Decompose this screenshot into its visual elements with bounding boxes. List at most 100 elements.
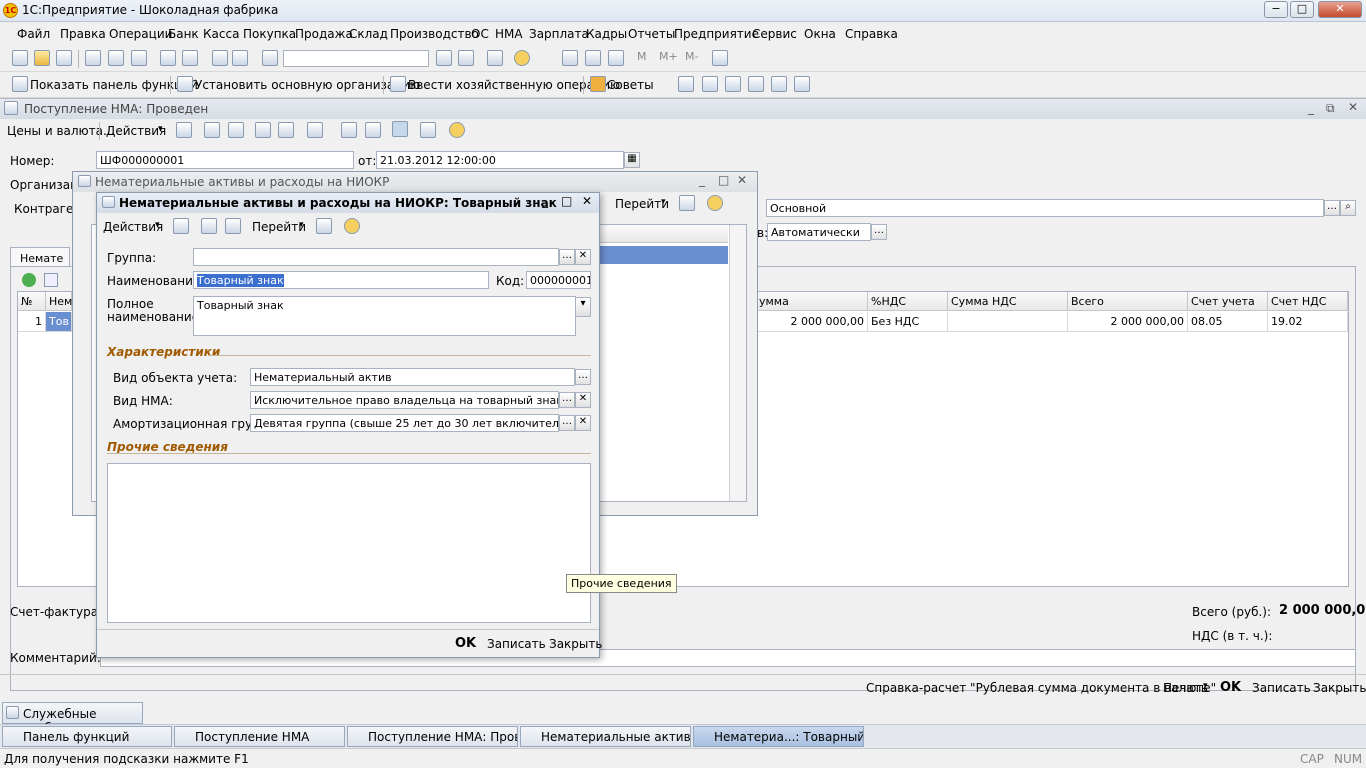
doc-minimize-icon[interactable]: _: [1308, 101, 1314, 115]
doc-post-icon[interactable]: [176, 122, 192, 138]
date-field[interactable]: 21.03.2012 12:00:00: [376, 151, 624, 169]
doc-clear-icon[interactable]: [278, 122, 294, 138]
menu-os[interactable]: ОС: [471, 27, 489, 41]
cell-vat-rate[interactable]: Без НДС: [868, 312, 948, 332]
menu-bank[interactable]: Банк: [168, 27, 199, 41]
list-settings-icon[interactable]: [679, 195, 695, 211]
cut-icon[interactable]: [85, 50, 101, 66]
group-clear-icon[interactable]: ✕: [575, 249, 591, 265]
doc-dtkt-icon[interactable]: [341, 122, 357, 138]
list-selected-row[interactable]: [598, 246, 728, 264]
close-button[interactable]: ✕: [1318, 1, 1362, 18]
search-icon[interactable]: [262, 50, 278, 66]
list-scrollbar[interactable]: [729, 225, 746, 501]
print-icon[interactable]: [160, 50, 176, 66]
menu-edit[interactable]: Правка: [60, 27, 106, 41]
save-icon[interactable]: [56, 50, 72, 66]
group-field[interactable]: [193, 248, 559, 266]
cell-vat-sum[interactable]: [948, 312, 1068, 332]
menu-warehouse[interactable]: Склад: [349, 27, 388, 41]
task-nma-list[interactable]: Нематериальные активы и ...: [520, 726, 691, 747]
contract-select-button[interactable]: …: [1324, 200, 1340, 216]
find-next-icon[interactable]: [436, 50, 452, 66]
form-copy-icon[interactable]: [225, 218, 241, 234]
menu-windows[interactable]: Окна: [804, 27, 836, 41]
menu-operations[interactable]: Операции: [109, 27, 172, 41]
doc-close-icon[interactable]: ✕: [1348, 100, 1358, 114]
doc-refresh-icon[interactable]: [204, 122, 220, 138]
open-icon[interactable]: [34, 50, 50, 66]
redo-icon[interactable]: [232, 50, 248, 66]
report-icon-2[interactable]: [702, 76, 718, 92]
enter-operation-button[interactable]: Ввести хозяйственную операцию: [408, 78, 620, 92]
users-icon[interactable]: [608, 50, 624, 66]
number-field[interactable]: ШФ000000001: [96, 151, 354, 169]
menu-sales[interactable]: Продажа: [295, 27, 353, 41]
doc-structure-icon[interactable]: [365, 122, 381, 138]
memory-minus-icon[interactable]: M-: [685, 50, 707, 66]
name-field[interactable]: Товарный знак: [193, 271, 489, 289]
form-close-button[interactable]: Закрыть: [549, 637, 602, 651]
form-settings-icon[interactable]: [316, 218, 332, 234]
group-select-button[interactable]: …: [559, 249, 575, 265]
menu-service[interactable]: Сервис: [752, 27, 797, 41]
menu-salary[interactable]: Зарплата: [529, 27, 589, 41]
calendar-icon[interactable]: ▦: [624, 152, 640, 168]
cell-name[interactable]: Тов: [46, 312, 72, 332]
doc-filter-icon[interactable]: [392, 121, 408, 137]
set-org-button[interactable]: Установить основную организацию: [195, 78, 420, 92]
list-maximize-icon[interactable]: □: [718, 173, 729, 187]
object-type-field[interactable]: Нематериальный актив: [250, 368, 575, 386]
calendar-icon[interactable]: [585, 50, 601, 66]
menu-enterprise[interactable]: Предприятие: [674, 27, 759, 41]
info-icon[interactable]: [514, 50, 530, 66]
list-minimize-icon[interactable]: _: [699, 173, 705, 187]
report-icon-3[interactable]: [725, 76, 741, 92]
search-input[interactable]: [283, 50, 429, 67]
report-icon-5[interactable]: [771, 76, 787, 92]
nma-type-field[interactable]: Исключительное право владельца на товарн…: [250, 391, 559, 409]
report-icon-6[interactable]: [794, 76, 810, 92]
menu-hr[interactable]: Кадры: [586, 27, 627, 41]
minimize-button[interactable]: −: [1264, 1, 1288, 18]
nma-type-clear-icon[interactable]: ✕: [575, 392, 591, 408]
doc-restore-icon[interactable]: ⧉: [1326, 101, 1335, 116]
maximize-button[interactable]: □: [1290, 1, 1314, 18]
menu-purchase[interactable]: Покупка: [243, 27, 296, 41]
form-save-close-icon[interactable]: [173, 218, 189, 234]
form-refresh-icon[interactable]: [201, 218, 217, 234]
task-nma-item-active[interactable]: Нематериа...: Товарный знак: [693, 726, 864, 747]
tab-nma[interactable]: Немате: [10, 247, 70, 267]
calc-select-button[interactable]: …: [871, 224, 887, 240]
menu-reports[interactable]: Отчеты: [628, 27, 675, 41]
preview-icon[interactable]: [182, 50, 198, 66]
service-messages-button[interactable]: Служебные сообщения: [2, 702, 143, 735]
form-ok-button[interactable]: OK: [455, 636, 476, 651]
list-help-icon[interactable]: [707, 195, 723, 211]
memory-m-icon[interactable]: M: [637, 50, 653, 66]
form-save-button[interactable]: Записать: [487, 637, 546, 651]
menu-cash[interactable]: Касса: [203, 27, 239, 41]
form-goto-menu[interactable]: Перейти: [252, 220, 306, 234]
tools-icon[interactable]: [712, 50, 728, 66]
task-nma-receipt-posted[interactable]: Поступление НМА: Проведен: [347, 726, 518, 747]
task-function-panel[interactable]: Панель функций: [2, 726, 172, 747]
doc-help-icon[interactable]: [449, 122, 465, 138]
task-nma-receipt[interactable]: Поступление НМА: [174, 726, 345, 747]
calculator-icon[interactable]: [562, 50, 578, 66]
doc-ok-button[interactable]: OK: [1220, 680, 1241, 695]
report-icon-1[interactable]: [678, 76, 694, 92]
paste-icon[interactable]: [131, 50, 147, 66]
cell-total[interactable]: 2 000 000,00: [1068, 312, 1188, 332]
doc-save-button[interactable]: Записать: [1252, 681, 1311, 695]
full-name-dropdown-icon[interactable]: ▾: [575, 297, 591, 317]
form-close-icon[interactable]: ✕: [582, 194, 592, 208]
cell-account[interactable]: 08.05: [1188, 312, 1268, 332]
full-name-field[interactable]: Товарный знак: [193, 296, 576, 336]
menu-file[interactable]: Файл: [17, 27, 50, 41]
menu-nma[interactable]: НМА: [495, 27, 523, 41]
contract-search-icon[interactable]: ⌕: [1340, 200, 1356, 216]
print-menu-button[interactable]: Печать: [1163, 681, 1208, 695]
new-icon[interactable]: [12, 50, 28, 66]
cell-vat-account[interactable]: 19.02: [1268, 312, 1348, 332]
